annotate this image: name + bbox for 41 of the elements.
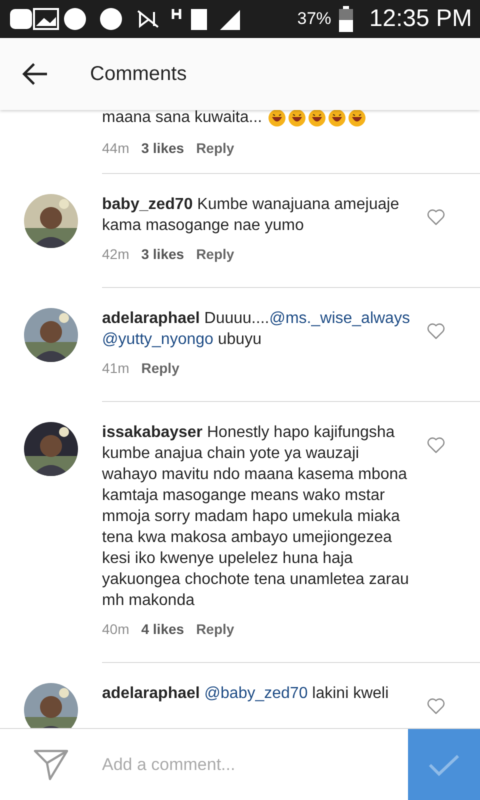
likes-link[interactable]: 4 likes: [141, 619, 184, 640]
comment-text: issakabayser Honestly hapo kajifungsha kumbe anajua chain yote ya wauzaji wahayo mavitu ndo maana kasema mbona kamtaja masogange means wako mstar mmoja sorry madam hapo umekula miaka tena kwa makosa ambayo umejiongezea kesi iko kwenye upelelez huna haja yakuongea chochote tena unamletea zarau mh makonda: [102, 423, 410, 611]
username[interactable]: adelaraphael: [102, 310, 200, 327]
comment-text: baby_zed70 Kumbe wanajuana amejuaje kama masogange nae yumo: [102, 195, 400, 236]
heart-icon[interactable]: [426, 208, 446, 226]
username[interactable]: baby_zed70: [102, 196, 193, 213]
post-button[interactable]: [408, 728, 480, 800]
comment-time: 42m: [102, 245, 130, 264]
mention-link[interactable]: @ms._wise_always: [269, 310, 410, 327]
heart-icon[interactable]: [426, 322, 446, 340]
reply-link[interactable]: Reply: [196, 138, 234, 159]
heart-icon[interactable]: [426, 436, 446, 454]
username[interactable]: issakabayser: [102, 424, 203, 441]
comment-text: maana sana kuwaita...: [102, 110, 262, 128]
reply-link[interactable]: Reply: [196, 619, 234, 640]
comment-input[interactable]: Add a comment...: [102, 752, 408, 778]
comment-time: 40m: [102, 620, 130, 639]
likes-link[interactable]: 3 likes: [141, 138, 184, 159]
checkmark-icon: [428, 752, 460, 776]
heart-icon[interactable]: [426, 697, 446, 715]
mention-link[interactable]: @yutty_nyongo: [102, 331, 214, 348]
comment-time: 44m: [102, 139, 130, 158]
username[interactable]: adelaraphael: [102, 685, 200, 702]
grin-emoji-icon: [348, 110, 366, 127]
reply-link[interactable]: Reply: [141, 358, 180, 379]
page-title: Comments: [90, 62, 187, 87]
comment-text: adelaraphael @baby_zed70 lakini kweli: [102, 684, 390, 704]
likes-link[interactable]: 3 likes: [141, 244, 184, 265]
grin-emoji-icon: [268, 110, 286, 127]
comment-text: adelaraphael Duuuu....@ms._wise_always @yutty_nyongo ubuyu: [102, 309, 411, 350]
comment-time: 41m: [102, 359, 130, 378]
mention-link[interactable]: @baby_zed70: [204, 685, 308, 702]
grin-emoji-icon: [288, 110, 306, 127]
battery-icon: [339, 6, 354, 32]
reply-link[interactable]: Reply: [196, 244, 234, 265]
grin-emoji-icon: [308, 110, 326, 127]
grin-emoji-icon: [328, 110, 346, 127]
battery-percent: 37%: [297, 8, 332, 30]
back-arrow-icon[interactable]: [22, 62, 48, 86]
send-icon[interactable]: [33, 748, 69, 782]
clock: 12:35 PM: [369, 4, 472, 34]
